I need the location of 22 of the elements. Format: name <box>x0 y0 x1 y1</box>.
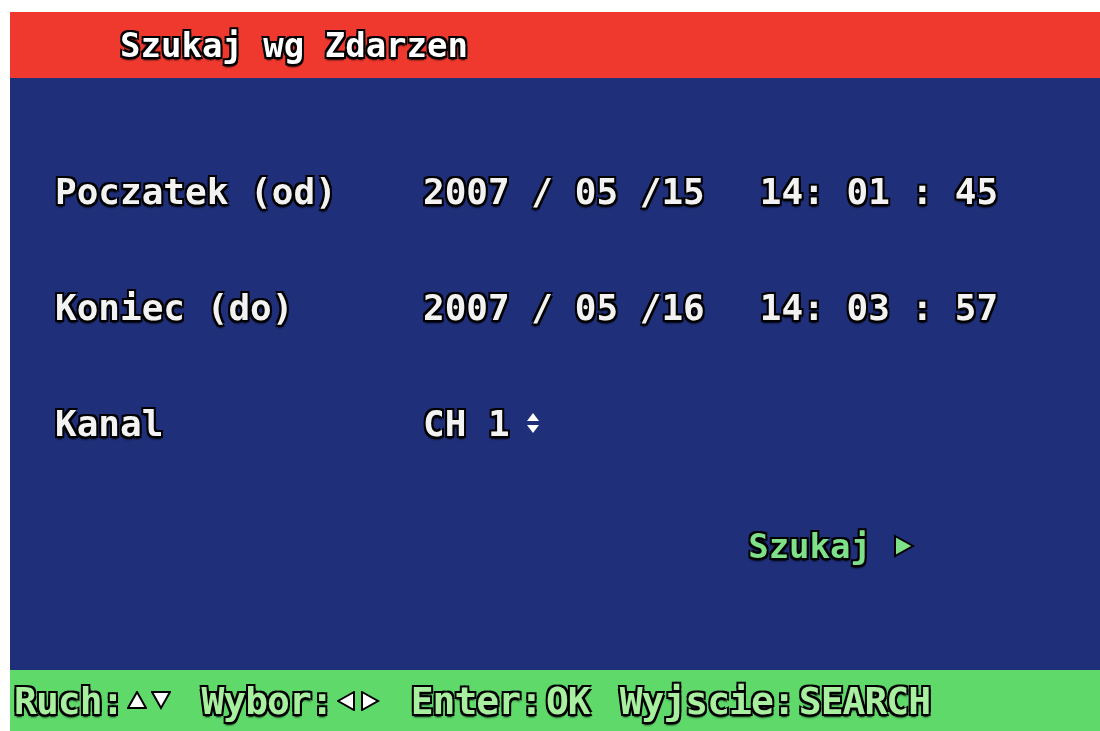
hint-key: OK <box>545 678 590 723</box>
hint-key: SEARCH <box>798 678 931 723</box>
time-value[interactable]: 14: 01 : 45 <box>759 170 999 212</box>
date-value[interactable]: 2007 / 05 /15 <box>423 170 705 212</box>
down-triangle-icon <box>151 690 172 711</box>
date-value[interactable]: 2007 / 05 /16 <box>423 286 705 328</box>
up-triangle-icon <box>127 690 148 711</box>
time-value[interactable]: 14: 03 : 57 <box>759 286 999 328</box>
play-icon <box>893 534 915 558</box>
field-label: Poczatek (od) <box>55 170 338 212</box>
window-title: Szukaj wg Zdarzen <box>120 25 468 65</box>
right-triangle-icon <box>360 690 381 711</box>
search-button[interactable]: Szukaj <box>748 526 915 566</box>
hint-label: Wyjscie: <box>619 678 795 723</box>
hint-label: Enter: <box>410 678 542 723</box>
up-down-icon <box>525 412 540 434</box>
hint-label: Wybor: <box>201 678 333 723</box>
left-triangle-icon <box>336 690 357 711</box>
field-label: Koniec (do) <box>55 286 295 328</box>
field-label: Kanal <box>55 402 165 444</box>
channel-value[interactable]: CH 1 <box>423 402 510 444</box>
hint-label: Ruch: <box>14 678 124 723</box>
